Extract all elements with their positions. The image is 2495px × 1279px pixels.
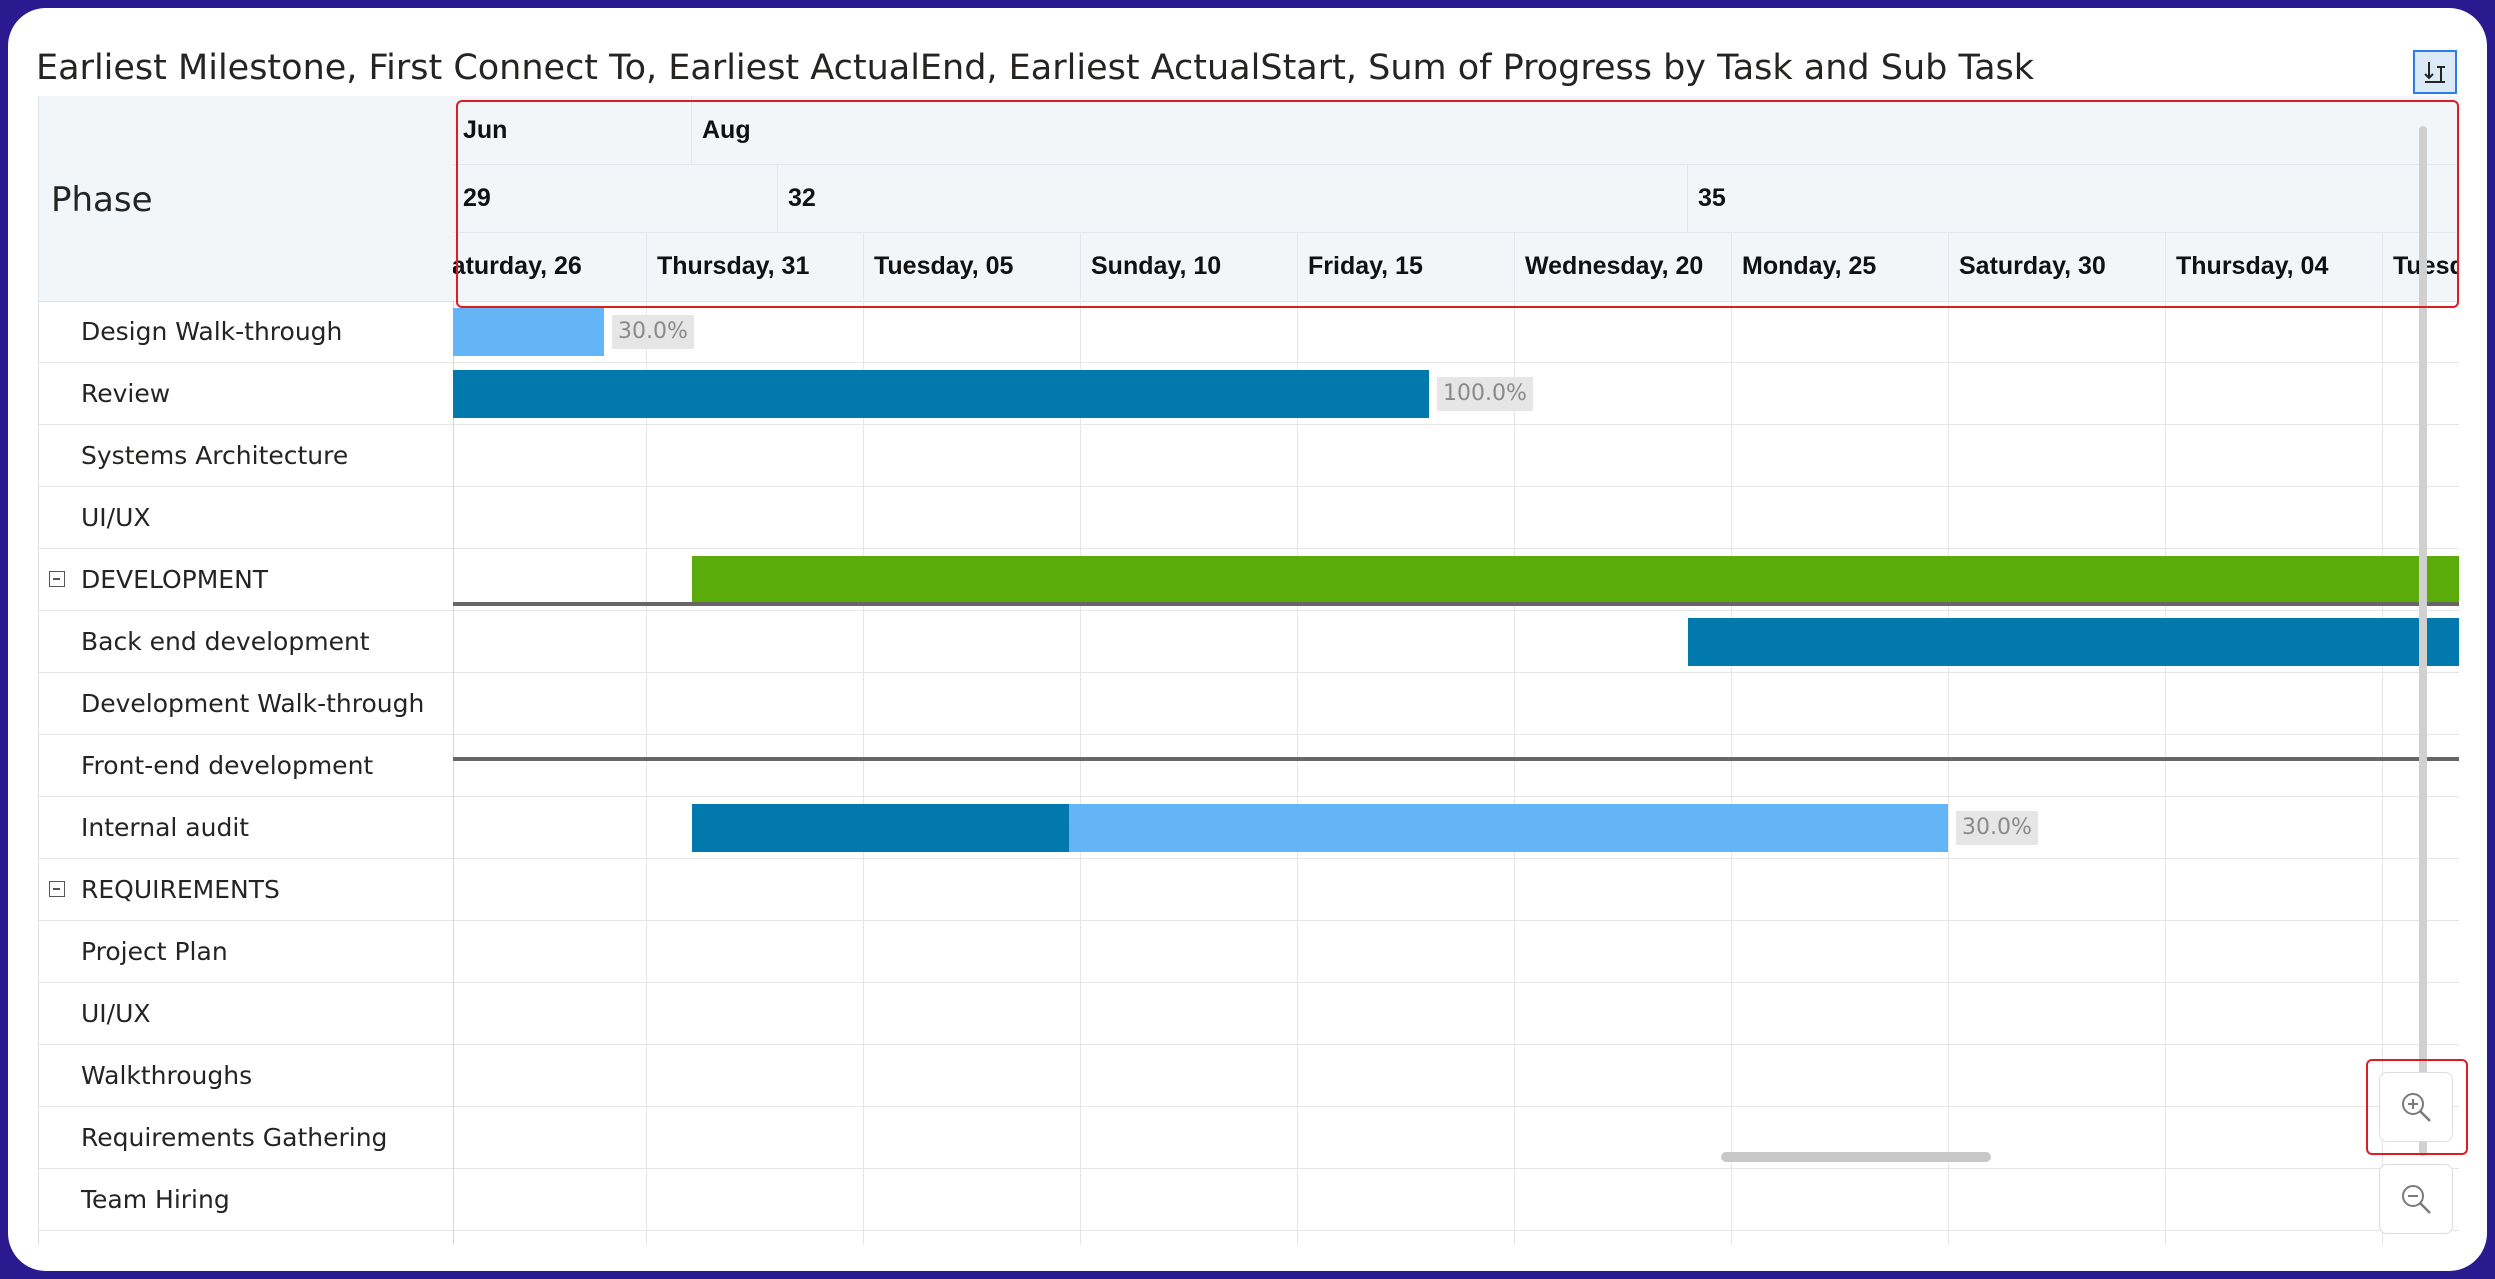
- task-label: Requirements Gathering: [81, 1123, 388, 1152]
- progress-label: 100.0%: [1437, 377, 1533, 411]
- zoom-out-icon: [2402, 1185, 2431, 1214]
- group-label-text: DEVELOPMENT: [81, 565, 269, 594]
- milestone-connector-line: [453, 602, 2459, 606]
- task-label: UI/UX: [81, 999, 151, 1028]
- task-label: Development Walk-through: [81, 689, 425, 718]
- progress-label: 30.0%: [612, 315, 694, 349]
- task-bar-back-end-development[interactable]: [1688, 618, 2459, 666]
- task-label: Review: [81, 379, 171, 408]
- group-label-text: REQUIREMENTS: [81, 875, 280, 904]
- task-label: Walkthroughs: [81, 1061, 253, 1090]
- task-label: Back end development: [81, 627, 370, 656]
- collapse-icon[interactable]: [49, 881, 65, 897]
- visual-title: Earliest Milestone, First Connect To, Ea…: [36, 48, 2035, 88]
- export-icon: [2424, 62, 2445, 83]
- task-bar-design-walkthrough[interactable]: [453, 308, 604, 356]
- gantt-visual: Earliest Milestone, First Connect To, Ea…: [8, 8, 2487, 1271]
- export-button[interactable]: [2413, 50, 2457, 94]
- task-bar-review[interactable]: [453, 370, 1429, 418]
- task-label: Front-end development: [81, 751, 374, 780]
- timeline-header-highlight: [456, 100, 2459, 308]
- task-label: Project Plan: [81, 937, 228, 966]
- group-bar-development[interactable]: [692, 556, 2459, 604]
- task-bar-internal-audit[interactable]: [1069, 804, 1948, 852]
- zoom-in-highlight: [2366, 1059, 2468, 1155]
- task-label: UI/UX: [81, 503, 151, 532]
- task-label: Systems Architecture: [81, 441, 349, 470]
- task-label: Internal audit: [81, 813, 250, 842]
- collapse-icon[interactable]: [49, 571, 65, 587]
- horizontal-scrollbar[interactable]: [1721, 1152, 1991, 1162]
- milestone-connector-line: [453, 757, 2459, 761]
- progress-label: 30.0%: [1956, 811, 2038, 845]
- zoom-out-button[interactable]: [2379, 1164, 2453, 1234]
- task-bar-internal-audit-completed[interactable]: [692, 804, 1069, 852]
- group-label: DEVELOPMENT: [39, 549, 453, 611]
- phase-column-header[interactable]: Phase: [39, 96, 453, 302]
- gantt-bars: 30.0% 100.0% 30.0%: [453, 301, 2459, 1245]
- phase-header-label: Phase: [51, 180, 153, 220]
- task-label: Team Hiring: [81, 1185, 230, 1214]
- task-label: Design Walk-through: [81, 317, 343, 346]
- group-label: REQUIREMENTS: [39, 859, 453, 921]
